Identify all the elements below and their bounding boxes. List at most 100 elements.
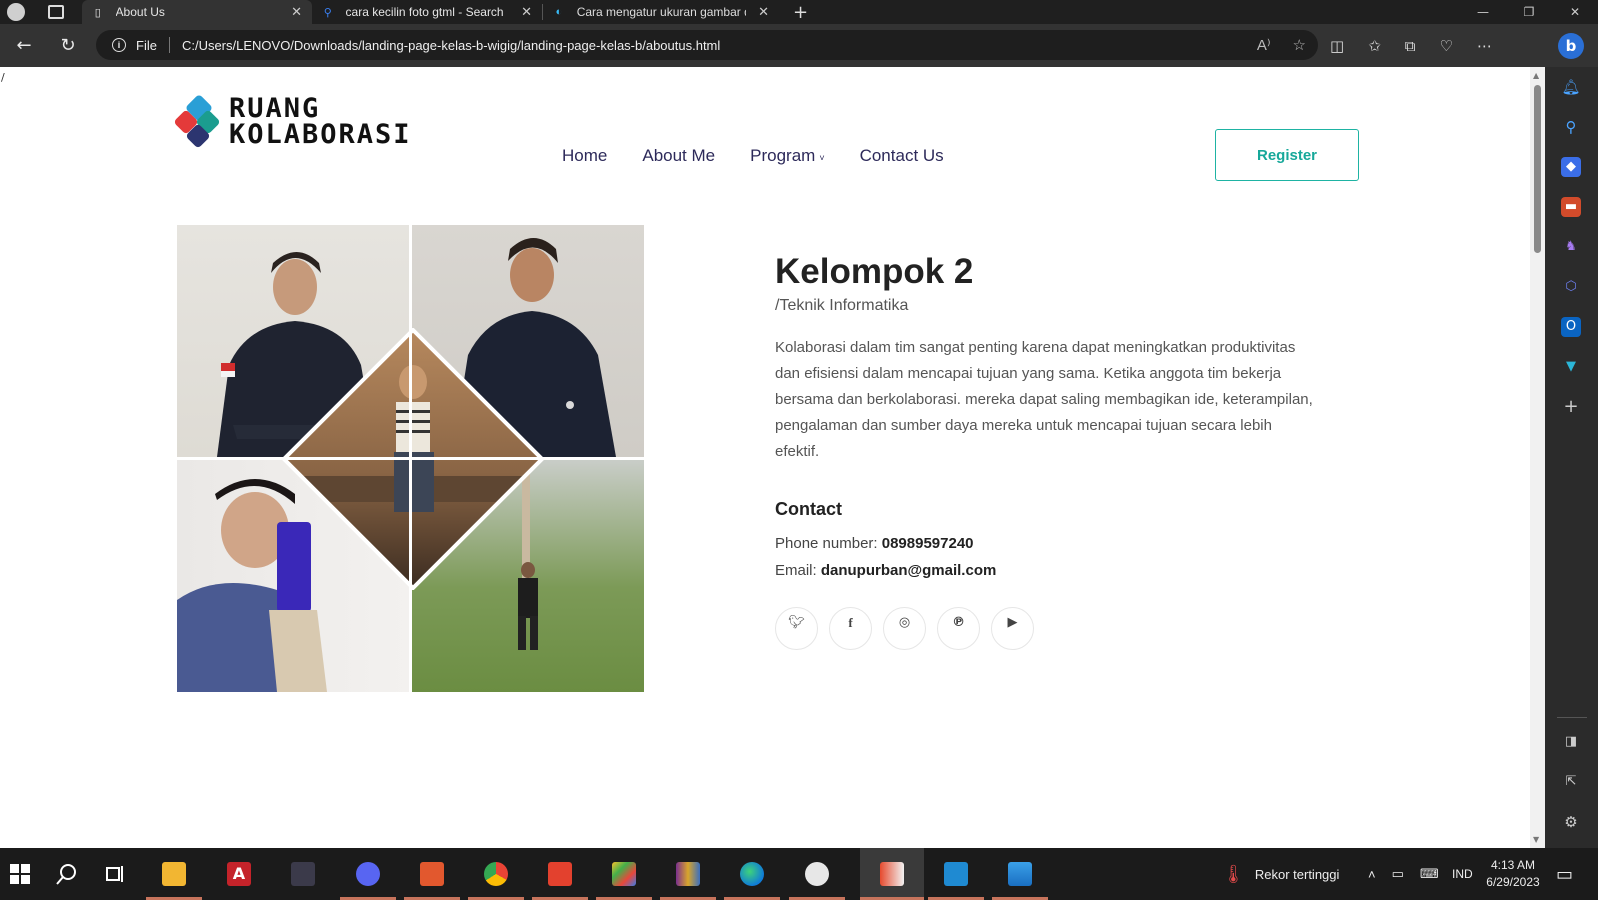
facebook-icon[interactable]: f (829, 607, 872, 650)
browser-tab-about-us[interactable]: ▯ About Us ✕ (82, 0, 312, 24)
outlook-icon[interactable]: O (1561, 317, 1581, 337)
windows-start-icon[interactable] (8, 862, 32, 886)
url-text[interactable]: C:/Users/LENOVO/Downloads/landing-page-k… (182, 38, 720, 53)
back-arrow-icon[interactable]: ← (2, 35, 46, 56)
settings-gear-icon[interactable]: ⚙ (1561, 812, 1581, 832)
chrome-icon[interactable] (484, 862, 508, 886)
puzzle-logo-icon (173, 93, 221, 149)
clock-date: 6/29/2023 (1486, 875, 1540, 889)
search-icon[interactable] (55, 862, 79, 886)
profile-description: Kolaborasi dalam tim sangat penting kare… (775, 339, 1313, 460)
collections-icon[interactable]: ⧉ (1405, 37, 1416, 55)
photos-icon[interactable] (1008, 862, 1032, 886)
address-separator (168, 37, 170, 53)
info-icon[interactable]: i (112, 38, 126, 52)
close-tab-icon[interactable]: ✕ (758, 4, 769, 20)
main-nav: Home About Me Program ˅ Contact Us (562, 146, 944, 166)
pinterest-icon[interactable]: ℗ (937, 607, 980, 650)
bell-icon[interactable]: 🔔︎ (1561, 77, 1581, 97)
split-screen-icon[interactable]: ◫ (1330, 37, 1344, 55)
sidebar-toggle-icon[interactable]: ◨ (1561, 732, 1581, 752)
battery-icon[interactable]: ▭ (1392, 866, 1404, 882)
more-menu-icon[interactable]: ⋯ (1477, 37, 1492, 55)
scrollbar-thumb[interactable] (1534, 85, 1541, 253)
minimize-icon[interactable]: — (1460, 0, 1506, 24)
refresh-icon[interactable]: ↻ (46, 35, 90, 56)
tab-title: About Us (115, 5, 165, 19)
email-value[interactable]: danupurban@gmail.com (821, 562, 996, 579)
close-tab-icon[interactable]: ✕ (291, 4, 302, 20)
nav-contact-us[interactable]: Contact Us (860, 146, 944, 166)
chevron-up-icon[interactable]: ˄ (1368, 867, 1376, 882)
new-tab-icon[interactable]: + (793, 2, 808, 23)
workspaces-icon[interactable] (48, 5, 64, 19)
weather-widget[interactable]: 🌡︎ Rekor tertinggi (1222, 848, 1339, 900)
paint-app-icon[interactable] (805, 862, 829, 886)
external-link-icon[interactable]: ⇱ (1561, 772, 1581, 792)
browser-tab-search[interactable]: ⚲ cara kecilin foto gtml - Search ✕ (312, 0, 542, 24)
close-tab-icon[interactable]: ✕ (521, 4, 532, 20)
favorites-icon[interactable]: ✩ (1368, 37, 1381, 55)
tools-icon[interactable]: ▬ (1561, 197, 1581, 217)
stray-slash-text: / (1, 71, 5, 84)
logo-wordmark: RUANG KOLABORASI (229, 95, 412, 148)
phone-row: Phone number: 08989597240 (775, 535, 974, 552)
media-app-icon[interactable] (420, 862, 444, 886)
phone-value[interactable]: 08989597240 (882, 535, 974, 552)
pdf-app-icon[interactable] (548, 862, 572, 886)
tab-title: cara kecilin foto gtml - Search (345, 5, 504, 19)
app-a-icon[interactable]: A (227, 862, 251, 886)
add-icon[interactable]: + (1561, 397, 1581, 417)
keyboard-icon[interactable]: ⌨ (1420, 866, 1439, 882)
restore-icon[interactable]: ❐ (1506, 0, 1552, 24)
clock-time: 4:13 AM (1490, 858, 1536, 872)
git-app-icon[interactable] (612, 862, 636, 886)
language-indicator[interactable]: IND (1452, 848, 1473, 900)
profile-subtitle: /Teknik Informatika (775, 297, 909, 314)
file-explorer-icon[interactable] (162, 862, 186, 886)
instagram-icon[interactable]: ◎ (883, 607, 926, 650)
contact-heading: Contact (775, 499, 842, 519)
game-app-icon[interactable] (291, 862, 315, 886)
discord-icon[interactable] (356, 862, 380, 886)
edge-browser-icon[interactable] (740, 862, 764, 886)
profile-avatar-icon[interactable] (4, 0, 28, 24)
clock[interactable]: 4:13 AM 6/29/2023 (1484, 848, 1542, 900)
winrar-icon[interactable] (676, 862, 700, 886)
scroll-up-icon[interactable]: ▲ (1533, 71, 1539, 80)
register-button[interactable]: Register (1215, 129, 1359, 181)
notification-center-icon[interactable]: ▭ (1556, 848, 1573, 900)
nav-home[interactable]: Home (562, 146, 607, 166)
shopping-icon[interactable]: ◆ (1561, 157, 1581, 177)
drop-icon[interactable]: ▼ (1561, 357, 1581, 377)
address-bar[interactable]: i File C:/Users/LENOVO/Downloads/landing… (96, 30, 1318, 60)
browser-essentials-icon[interactable]: ♡ (1439, 37, 1452, 55)
task-view-icon[interactable] (103, 862, 127, 886)
team-photo-collage (177, 225, 644, 692)
search-icon[interactable]: ⚲ (1561, 117, 1581, 137)
weather-text: Rekor tertinggi (1254, 866, 1340, 882)
microsoft365-icon[interactable]: ⬡ (1561, 277, 1581, 297)
windows-taskbar: A 🌡︎ Rekor tertinggi ˄ ▭ ⌨ IND 4:13 AM 6… (0, 848, 1598, 900)
window-controls: — ❐ ✕ (1460, 0, 1598, 24)
games-icon[interactable]: ♞ (1561, 237, 1581, 257)
scroll-down-icon[interactable]: ▼ (1533, 835, 1539, 844)
nav-program[interactable]: Program ˅ (750, 146, 824, 166)
browser-tab-cara-mengatur[interactable]: ◐ Cara mengatur ukuran gambar d ✕ (543, 0, 779, 24)
nav-program-label: Program (750, 146, 816, 165)
xampp-icon[interactable] (880, 862, 904, 886)
favorite-star-icon[interactable]: ☆ (1293, 36, 1306, 54)
site-logo[interactable]: RUANG KOLABORASI (173, 93, 412, 149)
search-icon: ⚲ (323, 6, 332, 19)
vscode-icon[interactable] (944, 862, 968, 886)
page-scrollbar[interactable]: ▲ ▼ (1530, 67, 1545, 848)
twitter-icon[interactable]: 🐦︎ (775, 607, 818, 650)
nav-about-me[interactable]: About Me (642, 146, 715, 166)
phone-label: Phone number: (775, 535, 882, 552)
close-window-icon[interactable]: ✕ (1552, 0, 1598, 24)
bing-copilot-icon[interactable]: b (1558, 33, 1584, 59)
social-links: 🐦︎ f ◎ ℗ ▶ (775, 607, 1034, 650)
tab-title: Cara mengatur ukuran gambar d (576, 5, 747, 19)
youtube-icon[interactable]: ▶ (991, 607, 1034, 650)
read-aloud-icon[interactable]: A⁾ (1257, 36, 1271, 54)
